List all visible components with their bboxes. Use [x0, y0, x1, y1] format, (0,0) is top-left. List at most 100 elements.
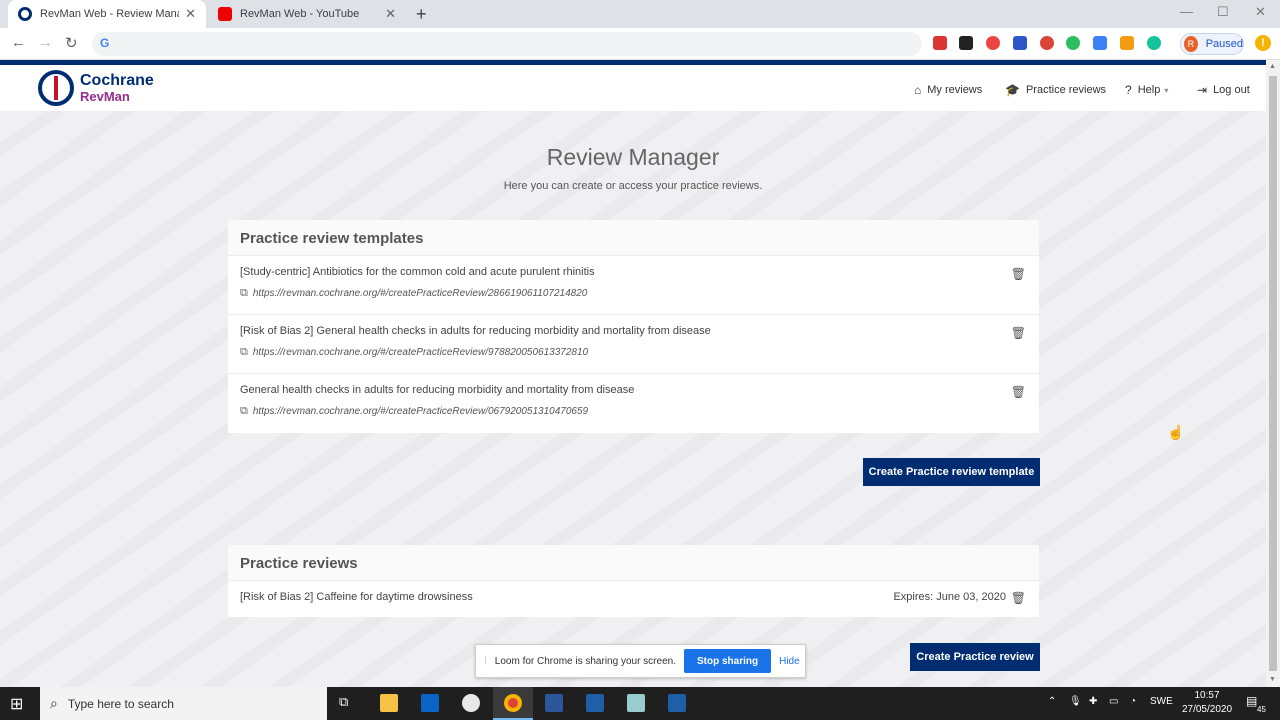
tray-chevron-up-icon[interactable]: ⌃ — [1048, 696, 1056, 707]
gift-icon[interactable]: ✚ — [1089, 696, 1097, 707]
nav-practice-reviews[interactable]: 🎓 Practice reviews — [1005, 83, 1106, 97]
loom-sharing-banner: ⁞ Loom for Chrome is sharing your screen… — [475, 644, 806, 678]
taskbar-clock[interactable]: 10:57 27/05/2020 — [1177, 689, 1237, 717]
nav-my-reviews[interactable]: ⌂ My reviews — [914, 83, 982, 97]
clock-date: 27/05/2020 — [1181, 704, 1233, 715]
extension-icon[interactable] — [1013, 36, 1027, 50]
list-item: [Study-centric] Antibiotics for the comm… — [228, 256, 1039, 315]
task-view-icon[interactable]: ⧉ — [339, 694, 348, 710]
expiry-date: Expires: June 03, 2020 — [893, 591, 1006, 603]
search-icon: ⌕ — [50, 695, 58, 711]
page-viewport: Cochrane RevMan ⌂ My reviews 🎓 Practice … — [0, 60, 1266, 687]
create-practice-review-button[interactable]: Create Practice review — [910, 643, 1040, 671]
cochrane-favicon-icon — [18, 7, 32, 21]
input-language[interactable]: SWE — [1150, 696, 1173, 707]
browser-tab-strip: RevMan Web - Review Manager ✕ RevMan Web… — [0, 0, 1280, 28]
nav-help[interactable]: ? Help ▾ — [1125, 83, 1168, 97]
template-title[interactable]: General health checks in adults for redu… — [240, 384, 1027, 396]
trash-icon[interactable]: 🗑 — [1011, 326, 1026, 340]
list-item: [Risk of Bias 2] Caffeine for daytime dr… — [228, 581, 1039, 617]
new-tab-icon[interactable]: + — [416, 4, 427, 25]
mouse-cursor-icon: ☝ — [1167, 424, 1185, 440]
home-icon: ⌂ — [914, 83, 922, 97]
drag-handle-icon[interactable]: ⁞ — [484, 656, 487, 667]
revman5-icon[interactable] — [668, 694, 686, 712]
back-arrow-icon[interactable]: ← — [11, 34, 26, 51]
extension-icon[interactable] — [1120, 36, 1134, 50]
extension-icon[interactable] — [959, 36, 973, 50]
loom-message: Loom for Chrome is sharing your screen. — [494, 655, 676, 667]
profile-button[interactable]: R Paused — [1180, 33, 1244, 55]
reload-icon[interactable]: ↻ — [65, 34, 78, 52]
scroll-thumb[interactable] — [1269, 76, 1277, 671]
chevron-down-icon: ▾ — [1164, 85, 1169, 95]
youtube-favicon-icon — [218, 7, 232, 21]
nav-logout[interactable]: ⇥ Log out — [1197, 83, 1250, 97]
close-icon[interactable]: ✕ — [385, 6, 396, 22]
extension-icon[interactable] — [986, 36, 1000, 50]
nav-label: My reviews — [927, 84, 983, 96]
windows-taskbar: ⊞ ⌕ Type here to search ⧉ ⌃ 🎙 ✚ ▭ ◔ SWE … — [0, 687, 1280, 720]
template-title[interactable]: [Study-centric] Antibiotics for the comm… — [240, 266, 1027, 278]
taskbar-search[interactable]: ⌕ Type here to search — [40, 687, 327, 720]
list-item: [Risk of Bias 2] General health checks i… — [228, 315, 1039, 374]
template-url[interactable]: https://revman.cochrane.org/#/createPrac… — [253, 288, 587, 299]
create-template-button[interactable]: Create Practice review template — [863, 458, 1040, 486]
profile-status: Paused — [1205, 38, 1243, 50]
copy-icon[interactable]: ⧉ — [240, 287, 248, 300]
scroll-down-icon[interactable]: ▼ — [1269, 676, 1276, 683]
page-scrollbar[interactable]: ▲ ▼ — [1266, 60, 1280, 687]
maximize-icon[interactable]: ☐ — [1217, 4, 1229, 20]
slack-icon[interactable] — [462, 694, 480, 712]
hide-link[interactable]: Hide — [779, 656, 800, 667]
file-explorer-icon[interactable] — [380, 694, 398, 712]
tab-youtube[interactable]: RevMan Web - YouTube ✕ — [208, 0, 406, 28]
copy-icon[interactable]: ⧉ — [240, 405, 248, 418]
trash-icon[interactable]: 🗑 — [1011, 385, 1026, 399]
list-item: General health checks in adults for redu… — [228, 374, 1039, 433]
google-icon: G — [100, 36, 110, 50]
battery-icon[interactable]: ▭ — [1109, 696, 1118, 707]
scroll-up-icon[interactable]: ▲ — [1269, 63, 1276, 70]
extension-icon[interactable] — [1040, 36, 1054, 50]
help-circle-icon: ? — [1125, 83, 1132, 97]
nav-label: Help — [1137, 84, 1161, 96]
browser-toolbar: ← → ↻ G R Paused ! — [0, 28, 1280, 60]
tab-label: RevMan Web - Review Manager — [40, 8, 179, 20]
microphone-icon[interactable]: 🎙 — [1069, 696, 1082, 707]
evernote-icon[interactable] — [1066, 36, 1080, 50]
template-url[interactable]: https://revman.cochrane.org/#/createPrac… — [253, 406, 588, 417]
chrome-icon[interactable] — [504, 694, 522, 712]
copy-icon[interactable]: ⧉ — [240, 346, 248, 359]
word-icon[interactable] — [545, 694, 563, 712]
logout-icon: ⇥ — [1197, 83, 1208, 97]
template-url[interactable]: https://revman.cochrane.org/#/createPrac… — [253, 347, 588, 358]
wifi-icon[interactable]: ◔ — [1130, 696, 1136, 707]
stop-sharing-button[interactable]: Stop sharing — [683, 649, 772, 673]
grammarly-icon[interactable] — [1147, 36, 1161, 50]
forward-arrow-icon[interactable]: → — [38, 34, 53, 51]
outlook-icon[interactable] — [421, 694, 439, 712]
windows-start-icon[interactable]: ⊞ — [10, 694, 23, 714]
extension-icon[interactable] — [1093, 36, 1107, 50]
app-icon[interactable] — [627, 694, 645, 712]
trash-icon[interactable]: 🗑 — [1011, 267, 1026, 281]
template-title[interactable]: [Risk of Bias 2] General health checks i… — [240, 325, 1027, 337]
revman5-icon[interactable] — [586, 694, 604, 712]
address-bar[interactable]: G — [92, 32, 922, 56]
cochrane-logo-icon[interactable] — [38, 70, 74, 106]
extension-icon[interactable] — [933, 36, 947, 50]
notification-count: 45 — [1257, 705, 1266, 714]
page-title: Review Manager — [546, 144, 720, 170]
trash-icon[interactable]: 🗑 — [1011, 591, 1026, 605]
avatar: R — [1184, 36, 1198, 52]
minimize-icon[interactable]: — — [1180, 4, 1193, 19]
close-icon[interactable]: ✕ — [185, 6, 196, 22]
reviews-heading: Practice reviews — [228, 545, 1039, 581]
templates-heading: Practice review templates — [228, 220, 1039, 256]
tab-review-manager[interactable]: RevMan Web - Review Manager ✕ — [8, 0, 206, 28]
templates-panel: Practice review templates [Study-centric… — [228, 220, 1039, 433]
update-alert-icon[interactable]: ! — [1255, 35, 1271, 51]
window-close-icon[interactable]: ✕ — [1255, 4, 1266, 20]
notification-icon[interactable]: ▤ — [1246, 694, 1257, 708]
